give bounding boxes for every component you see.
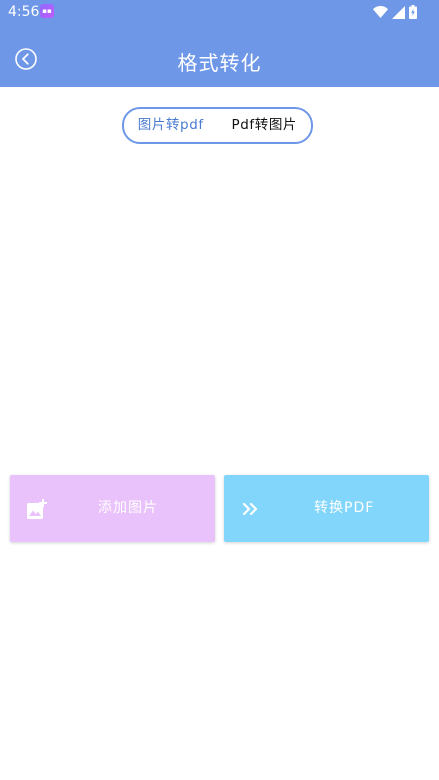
segment-image-to-pdf[interactable]: 图片转pdf [124,109,218,142]
battery-icon [409,5,417,19]
page-title: 格式转化 [177,51,262,75]
app-notification-icon: ▪▪ [40,4,54,18]
app-bar: 格式转化 [0,24,439,87]
add-photo-icon [27,499,47,519]
segment-pdf-to-image[interactable]: Pdf转图片 [218,109,312,142]
add-images-label: 添加图片 [98,500,158,516]
convert-pdf-label: 转换PDF [314,500,375,516]
screen: 4:56 ▪▪ 格式转化 图片转pdf Pdf转图片 添加图片 转换PDF [0,0,439,780]
status-bar: 4:56 ▪▪ [0,0,439,24]
signal-icon [392,5,405,19]
double-chevron-right-icon [241,499,261,519]
status-time: 4:56 [8,4,40,20]
status-icons [373,4,417,20]
convert-pdf-button[interactable]: 转换PDF [224,475,429,542]
wifi-icon [373,6,388,18]
add-images-button[interactable]: 添加图片 [10,475,215,542]
format-mode-segmented-control: 图片转pdf Pdf转图片 [122,107,313,144]
